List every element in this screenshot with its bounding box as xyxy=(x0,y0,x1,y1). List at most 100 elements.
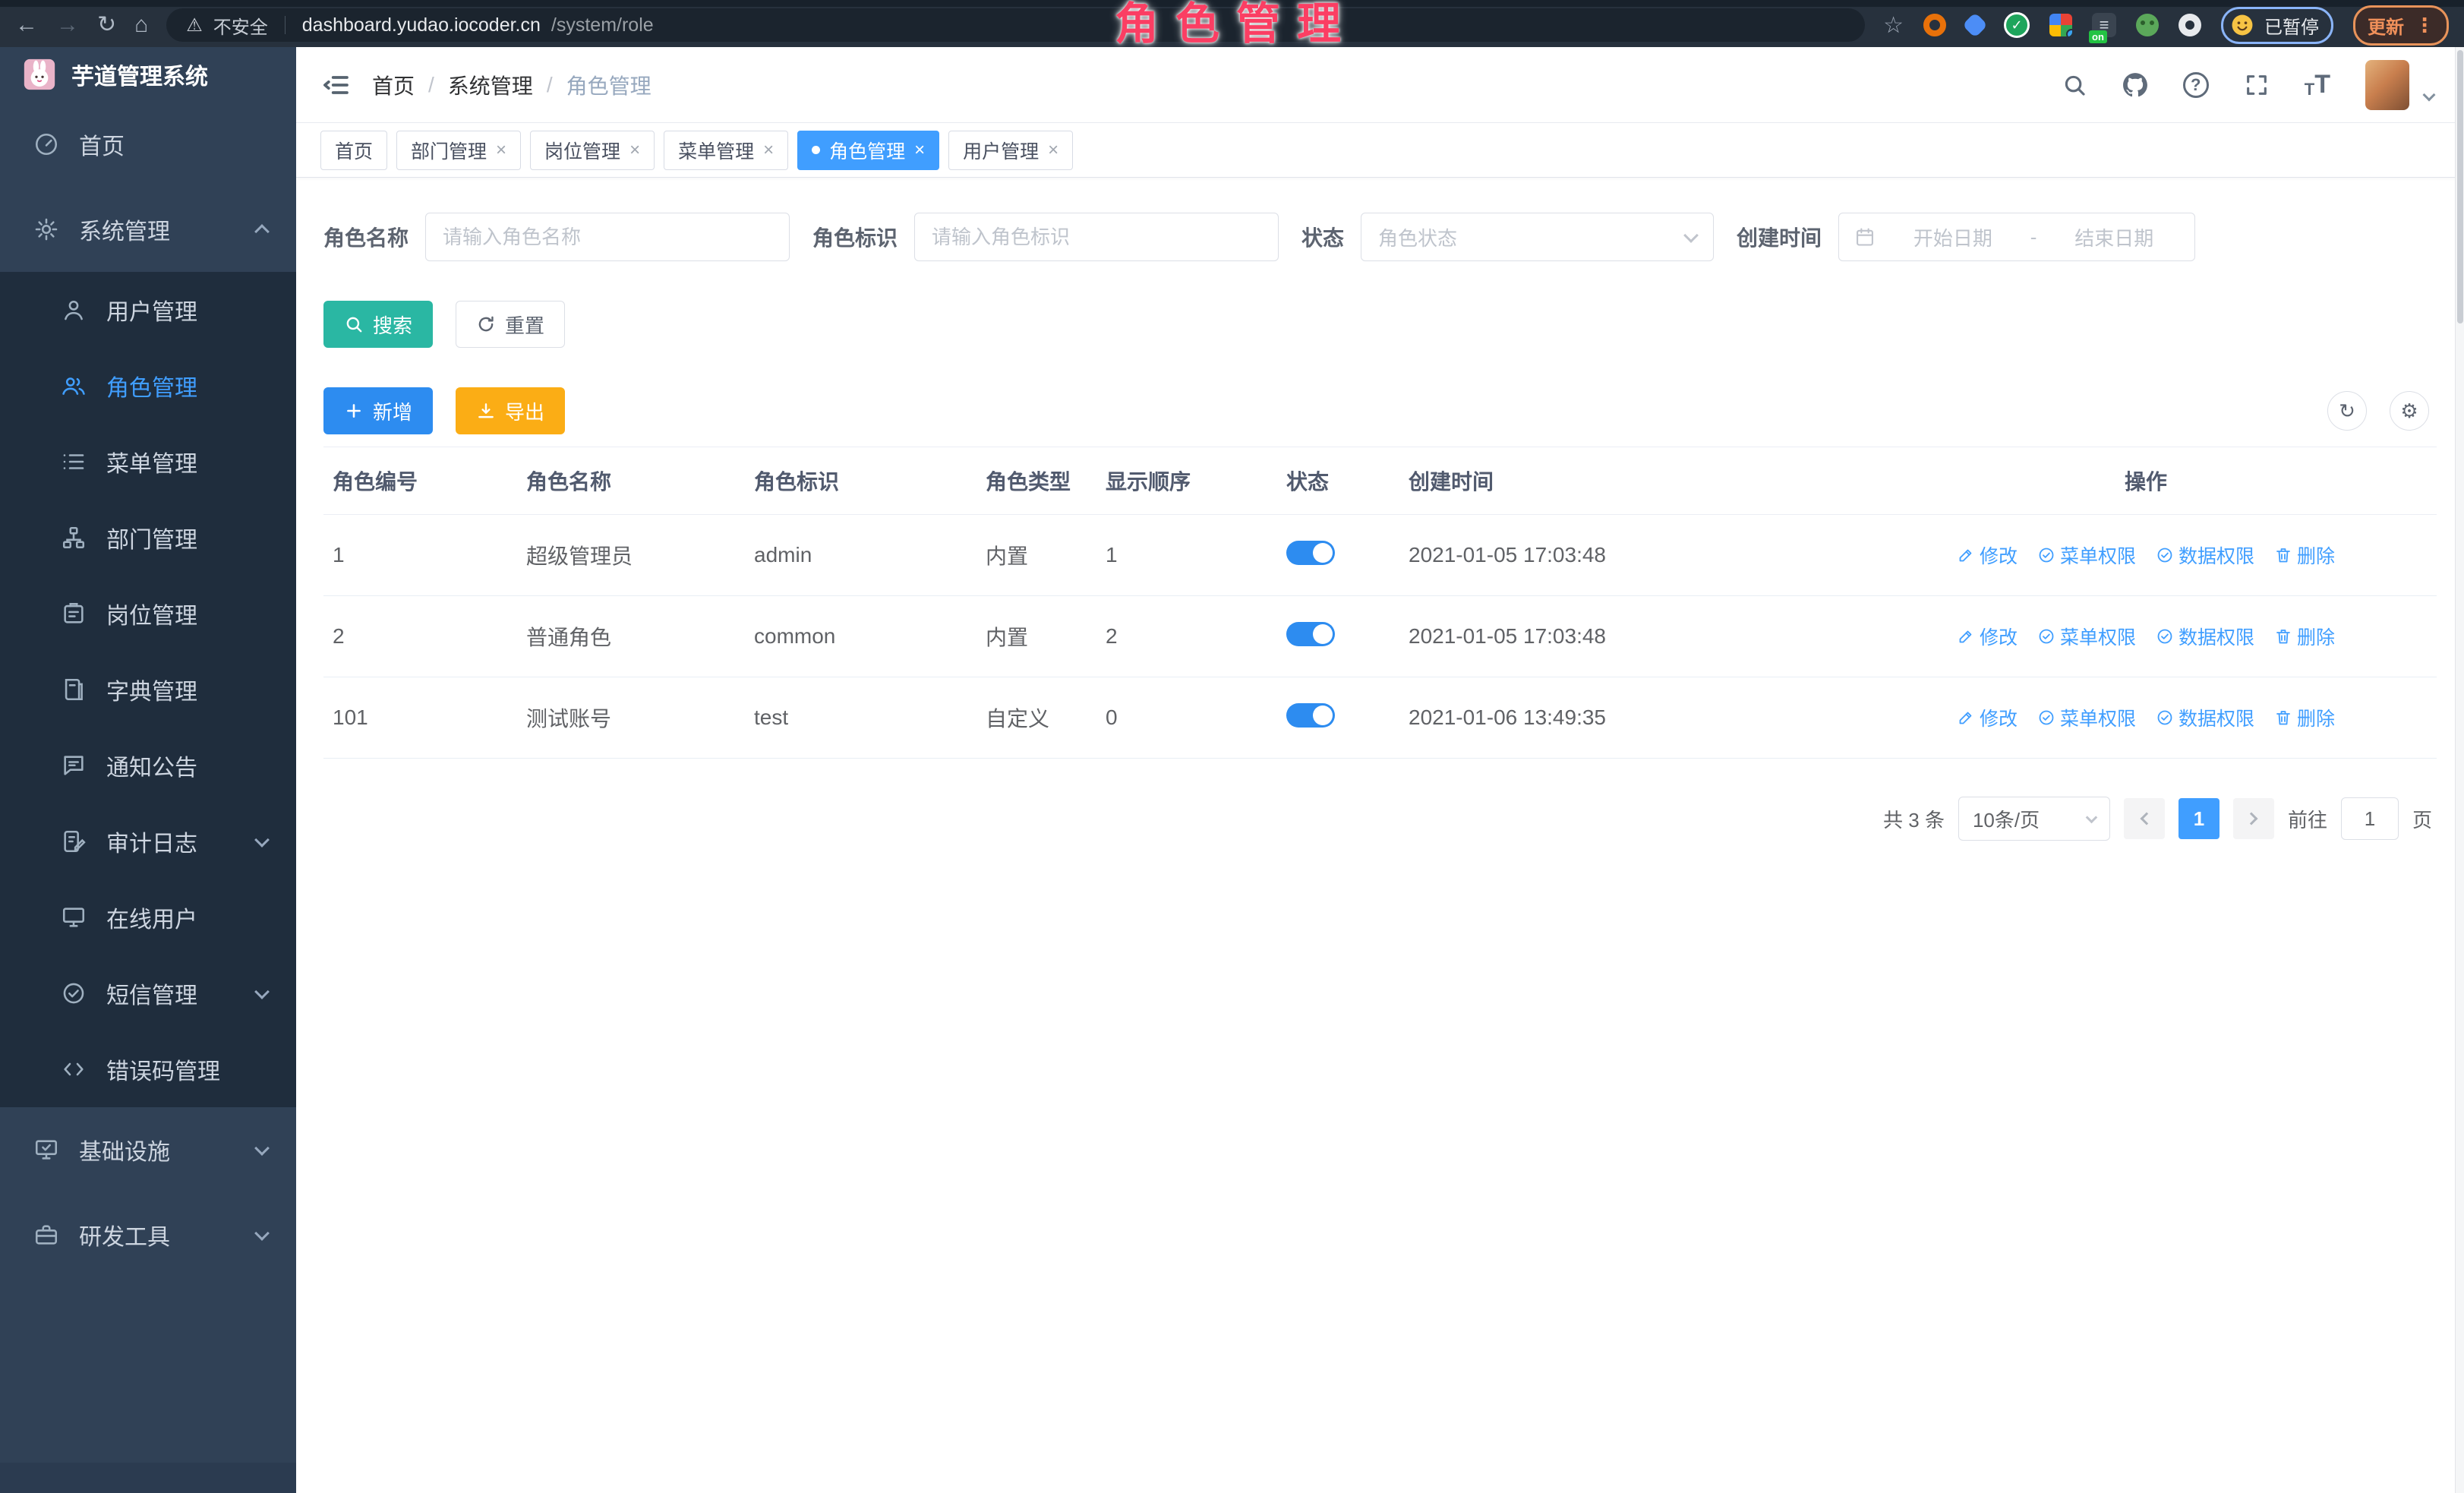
circle-check-icon xyxy=(2037,627,2055,645)
next-page-button[interactable] xyxy=(2233,798,2274,839)
edit-link[interactable]: 修改 xyxy=(1957,704,2018,731)
sidebar-item-user-management[interactable]: 用户管理 xyxy=(0,272,296,348)
close-icon[interactable]: × xyxy=(496,140,506,161)
sidebar-item-sms-management[interactable]: 短信管理 xyxy=(0,955,296,1031)
sidebar-item-dev-tools[interactable]: 研发工具 xyxy=(0,1192,296,1277)
page-number-1[interactable]: 1 xyxy=(2178,798,2219,839)
status-select[interactable]: 角色状态 xyxy=(1361,213,1714,261)
fullscreen-icon[interactable] xyxy=(2244,72,2270,98)
delete-link[interactable]: 删除 xyxy=(2274,623,2335,650)
search-button[interactable]: 搜索 xyxy=(323,301,433,348)
close-icon[interactable]: × xyxy=(1048,140,1058,161)
menu-permission-link[interactable]: 菜单权限 xyxy=(2037,704,2136,731)
font-size-icon[interactable]: TT xyxy=(2305,70,2330,99)
menu-permission-link[interactable]: 菜单权限 xyxy=(2037,623,2136,650)
delete-link[interactable]: 删除 xyxy=(2274,704,2335,731)
window-scrollbar[interactable] xyxy=(2455,47,2464,1493)
org-tree-icon xyxy=(61,525,87,551)
browser-update-button[interactable]: 更新 ⋮ xyxy=(2353,5,2449,46)
data-permission-link[interactable]: 数据权限 xyxy=(2156,541,2254,569)
search-icon[interactable] xyxy=(2062,72,2087,98)
close-icon[interactable]: × xyxy=(763,140,774,161)
reset-button[interactable]: 重置 xyxy=(456,301,565,348)
edit-icon xyxy=(1957,546,1975,564)
bookmark-star-icon[interactable]: ☆ xyxy=(1883,12,1904,39)
tab-department-management[interactable]: 部门管理× xyxy=(396,131,521,170)
breadcrumb-system-management[interactable]: 系统管理 xyxy=(448,70,533,100)
menu-permission-link[interactable]: 菜单权限 xyxy=(2037,541,2136,569)
sidebar-item-system-management[interactable]: 系统管理 xyxy=(0,187,296,272)
extension-list-icon[interactable]: ≡on xyxy=(2092,13,2116,37)
status-toggle-on[interactable] xyxy=(1286,622,1335,646)
extension-blue-gem-icon[interactable] xyxy=(1962,12,1988,38)
delete-link[interactable]: 删除 xyxy=(2274,541,2335,569)
user-avatar[interactable] xyxy=(2365,60,2409,110)
extension-palette-icon[interactable] xyxy=(2049,14,2072,36)
tab-role-management[interactable]: 角色管理× xyxy=(797,131,939,170)
help-icon[interactable]: ? xyxy=(2183,72,2209,98)
sidebar-fold-icon[interactable] xyxy=(320,70,351,100)
tab-menu-management[interactable]: 菜单管理× xyxy=(664,131,788,170)
extension-green-check-icon[interactable]: ✓ xyxy=(2004,12,2030,38)
data-permission-link[interactable]: 数据权限 xyxy=(2156,704,2254,731)
browser-profile-chip[interactable]: 已暂停 xyxy=(2221,7,2333,44)
page-size-select[interactable]: 10条/页 xyxy=(1958,797,2110,841)
tab-home[interactable]: 首页 xyxy=(320,131,387,170)
sidebar-item-label: 基础设施 xyxy=(79,1133,170,1166)
avatar-caret-icon[interactable] xyxy=(2423,88,2436,101)
column-header-created: 创建时间 xyxy=(1399,447,1855,515)
status-toggle-on[interactable] xyxy=(1286,541,1335,565)
sidebar-item-menu-management[interactable]: 菜单管理 xyxy=(0,424,296,500)
role-name-input[interactable] xyxy=(425,213,790,261)
tab-position-management[interactable]: 岗位管理× xyxy=(530,131,655,170)
column-header-role-id: 角色编号 xyxy=(323,447,517,515)
sidebar-item-audit-log[interactable]: 审计日志 xyxy=(0,803,296,879)
sidebar-item-department-management[interactable]: 部门管理 xyxy=(0,500,296,576)
scrollbar-thumb[interactable] xyxy=(2457,50,2463,324)
url-bar[interactable]: ⚠ 不安全 dashboard.yudao.iocoder.cn/system/… xyxy=(166,8,1865,42)
status-toggle-on[interactable] xyxy=(1286,703,1335,728)
extension-drop-badge xyxy=(2066,29,2072,36)
browser-home-icon[interactable]: ⌂ xyxy=(134,14,148,36)
start-date-placeholder[interactable]: 开始日期 xyxy=(1888,223,2018,251)
sidebar-item-online-users[interactable]: 在线用户 xyxy=(0,879,296,955)
sidebar-collapse-bar[interactable] xyxy=(0,1463,296,1493)
sidebar-item-notice-announcement[interactable]: 通知公告 xyxy=(0,728,296,803)
browser-reload-icon[interactable]: ↻ xyxy=(97,14,116,36)
kebab-menu-icon[interactable]: ⋮ xyxy=(2415,14,2434,37)
browser-forward-icon[interactable]: → xyxy=(56,14,79,36)
end-date-placeholder[interactable]: 结束日期 xyxy=(2049,223,2179,251)
sidebar-item-role-management[interactable]: 角色管理 xyxy=(0,348,296,424)
github-icon[interactable] xyxy=(2122,72,2148,98)
data-permission-link[interactable]: 数据权限 xyxy=(2156,623,2254,650)
edit-link[interactable]: 修改 xyxy=(1957,541,2018,569)
prev-page-button[interactable] xyxy=(2124,798,2165,839)
sidebar-item-dictionary-management[interactable]: 字典管理 xyxy=(0,652,296,728)
edit-icon xyxy=(1957,627,1975,645)
brand[interactable]: 芋道管理系统 xyxy=(0,47,296,102)
tab-user-management[interactable]: 用户管理× xyxy=(948,131,1073,170)
extension-paw-icon[interactable] xyxy=(2178,14,2201,36)
browser-back-icon[interactable]: ← xyxy=(15,14,38,36)
column-settings-button[interactable]: ⚙ xyxy=(2390,391,2429,431)
sidebar-item-home[interactable]: 首页 xyxy=(0,102,296,187)
sidebar-item-error-code-management[interactable]: 错误码管理 xyxy=(0,1031,296,1107)
extension-orange-icon[interactable] xyxy=(1923,14,1946,36)
add-button[interactable]: 新增 xyxy=(323,387,433,434)
link-label: 菜单权限 xyxy=(2060,623,2136,650)
refresh-table-button[interactable]: ↻ xyxy=(2327,391,2367,431)
cell-created: 2021-01-05 17:03:48 xyxy=(1399,515,1855,596)
security-label[interactable]: 不安全 xyxy=(213,12,268,39)
sidebar-item-infrastructure[interactable]: 基础设施 xyxy=(0,1107,296,1192)
export-button[interactable]: 导出 xyxy=(456,387,565,434)
date-range-picker[interactable]: 开始日期 - 结束日期 xyxy=(1838,213,2195,261)
sidebar-item-position-management[interactable]: 岗位管理 xyxy=(0,576,296,652)
breadcrumb-home[interactable]: 首页 xyxy=(372,70,415,100)
edit-link[interactable]: 修改 xyxy=(1957,623,2018,650)
goto-page-input[interactable] xyxy=(2341,797,2399,840)
role-key-input[interactable] xyxy=(914,213,1279,261)
extension-monkey-icon[interactable] xyxy=(2136,14,2159,36)
close-icon[interactable]: × xyxy=(629,140,640,161)
chevron-down-icon xyxy=(254,832,270,848)
close-icon[interactable]: × xyxy=(914,140,925,161)
